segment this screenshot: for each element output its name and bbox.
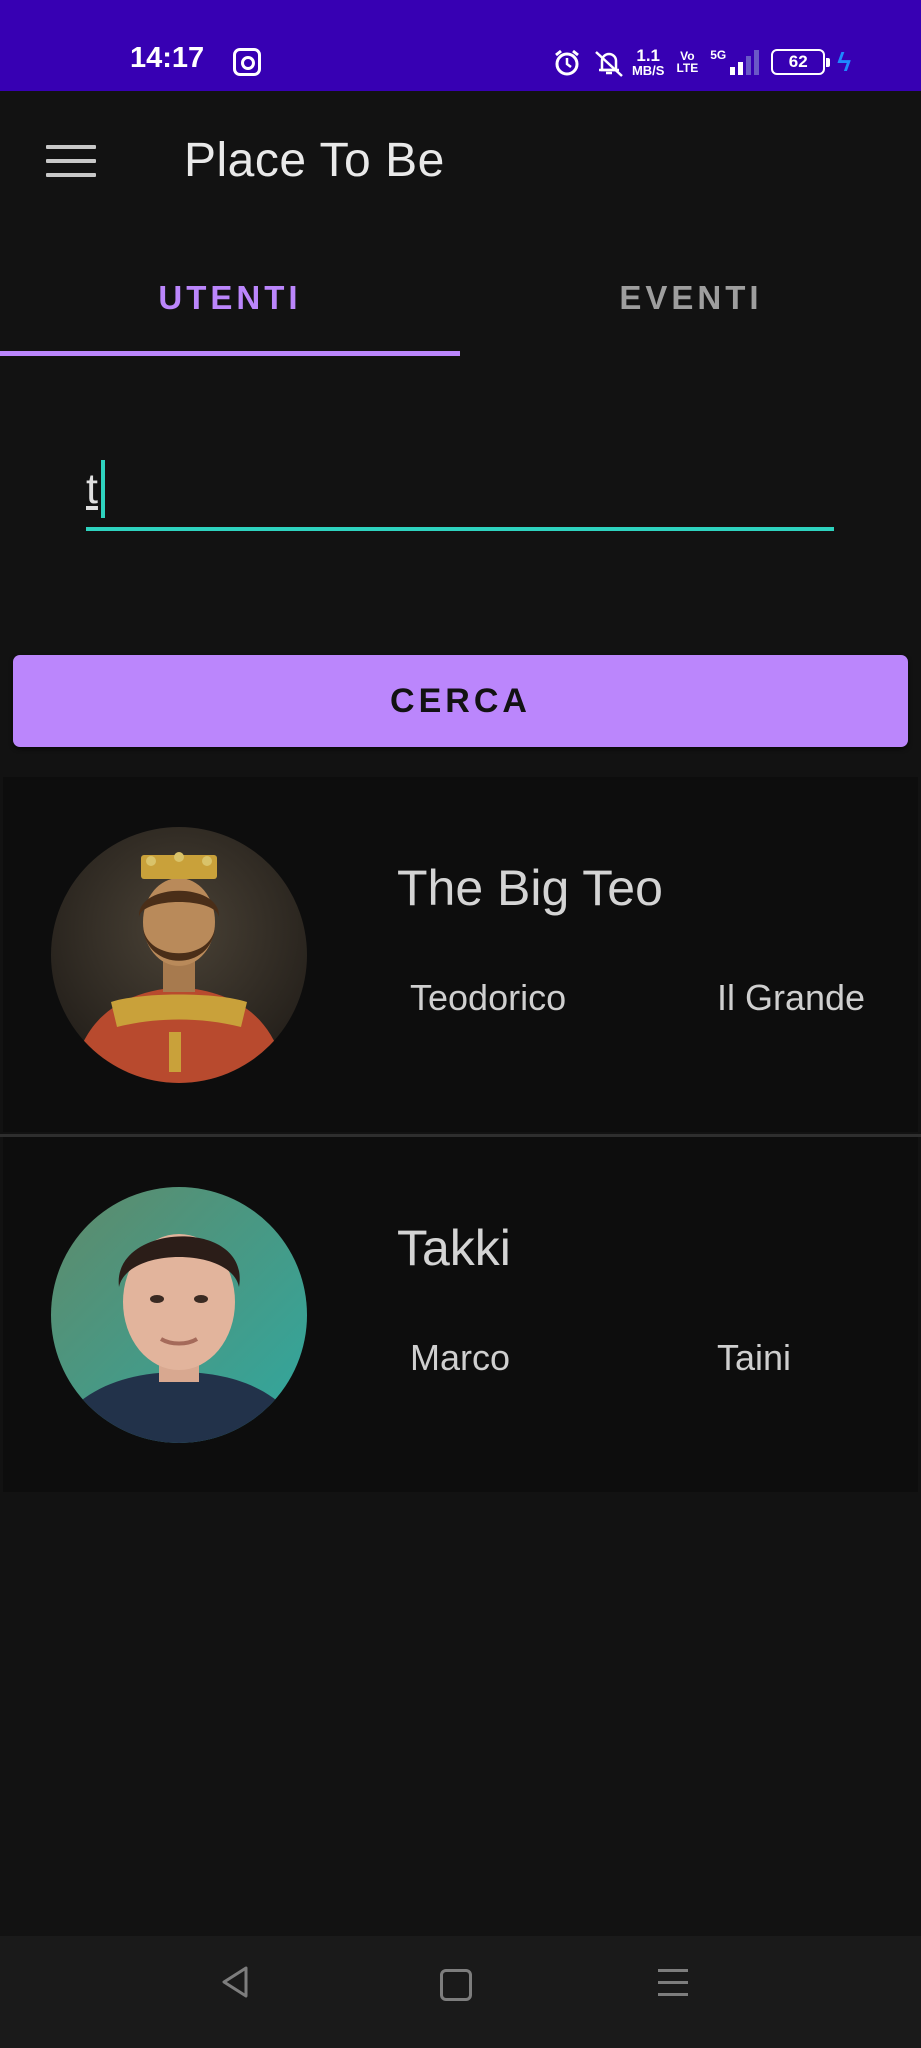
hamburger-icon[interactable] (46, 145, 96, 181)
status-icons: 1.1 MB/S Vo LTE 5G 62 ϟ (552, 44, 851, 80)
user-last-name: Il Grande (717, 977, 866, 1018)
network-type: 5G (710, 48, 727, 62)
text-caret (101, 460, 105, 518)
avatar (51, 827, 307, 1083)
mute-icon (592, 48, 623, 77)
user-last-name: Taini (717, 1337, 792, 1378)
app-title: Place To Be (184, 134, 445, 187)
user-card[interactable]: The Big Teo Teodorico Il Grande (3, 777, 918, 1132)
tab-eventi[interactable]: EVENTI (461, 240, 921, 355)
alarm-icon (552, 48, 580, 76)
signal-bars (730, 49, 760, 75)
volte-indicator: Vo LTE (676, 50, 698, 74)
back-icon[interactable] (218, 1964, 254, 2000)
user-first-name: Marco (410, 1337, 511, 1378)
tab-indicator (0, 351, 460, 356)
volte-bottom: LTE (676, 61, 699, 75)
navigation-bar (0, 1936, 921, 2048)
signal-icon: 5G (710, 48, 760, 75)
user-nickname: The Big Teo (397, 860, 663, 916)
tab-utenti[interactable]: UTENTI (0, 240, 460, 355)
user-card[interactable]: Takki Marco Taini (3, 1137, 918, 1492)
avatar (51, 1187, 307, 1443)
search-input[interactable] (86, 450, 834, 528)
app-bar (0, 91, 921, 241)
user-nickname: Takki (397, 1220, 511, 1276)
user-first-name: Teodorico (410, 977, 567, 1018)
net-speed-value: 1.1 (636, 46, 660, 65)
search-field[interactable] (86, 450, 834, 532)
charging-icon: ϟ (837, 46, 851, 77)
recents-icon[interactable] (658, 1969, 688, 2005)
instagram-icon (233, 48, 261, 76)
search-underline (86, 527, 834, 531)
battery-level: 62 (788, 52, 808, 71)
status-time: 14:17 (130, 42, 205, 74)
home-icon[interactable] (440, 1969, 472, 2001)
net-speed-unit: MB/S (631, 63, 665, 78)
status-bar: 14:17 1.1 MB/S Vo LTE 5G 62 ϟ (0, 0, 921, 91)
net-speed: 1.1 MB/S (632, 47, 665, 77)
battery-icon: 62 (771, 49, 831, 75)
search-button[interactable]: CERCA (13, 655, 908, 747)
